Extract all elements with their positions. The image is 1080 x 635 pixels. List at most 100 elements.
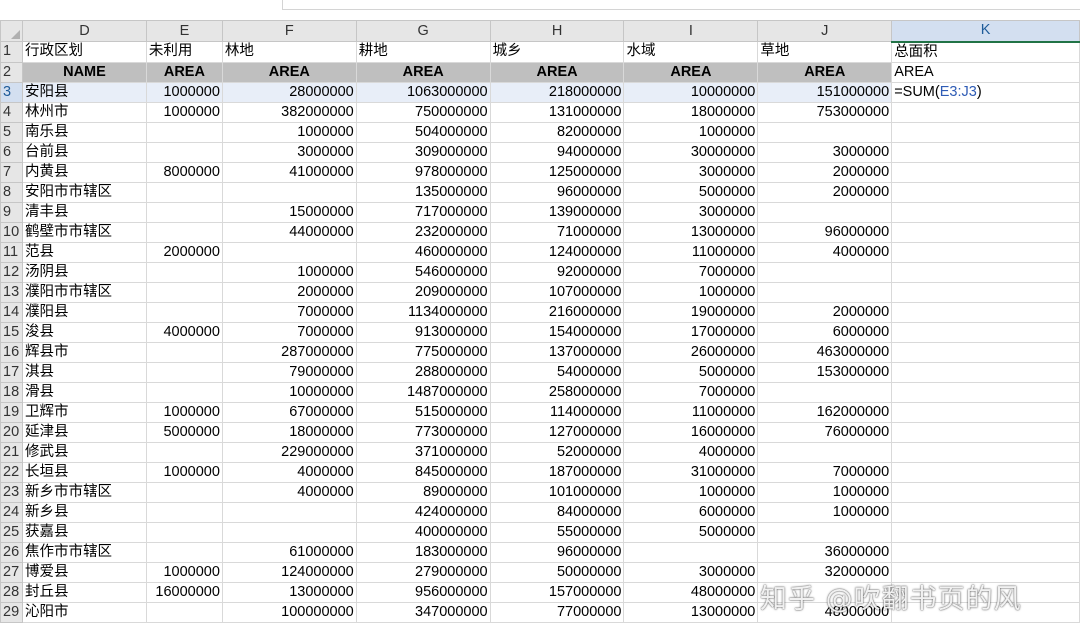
cell[interactable]: 218000000 [489, 81, 625, 103]
cell[interactable]: 1134000000 [355, 301, 491, 323]
cell[interactable]: 28000000 [221, 81, 357, 103]
cell[interactable] [757, 521, 893, 543]
column-header-h[interactable]: H [489, 20, 625, 42]
cell[interactable]: 67000000 [221, 401, 357, 423]
cell[interactable]: 183000000 [355, 541, 491, 563]
cell[interactable] [891, 561, 1080, 583]
cell[interactable]: 94000000 [489, 141, 625, 163]
cell[interactable]: 36000000 [757, 541, 893, 563]
cell[interactable]: 博爱县 [21, 561, 147, 583]
cell[interactable] [145, 221, 223, 243]
cell[interactable] [891, 521, 1080, 543]
cell[interactable]: 717000000 [355, 201, 491, 223]
cell[interactable]: 1000000 [145, 461, 223, 483]
cell[interactable]: 76000000 [757, 421, 893, 443]
cell[interactable]: 775000000 [355, 341, 491, 363]
cell[interactable]: 19000000 [623, 301, 759, 323]
cell[interactable]: 长垣县 [21, 461, 147, 483]
cell[interactable]: 1487000000 [355, 381, 491, 403]
row-header[interactable]: 21 [0, 441, 23, 463]
cell[interactable]: 44000000 [221, 221, 357, 243]
cell[interactable]: 460000000 [355, 241, 491, 263]
cell[interactable]: 清丰县 [21, 201, 147, 223]
cell[interactable] [757, 201, 893, 223]
row-header[interactable]: 3 [0, 81, 23, 103]
cell[interactable]: 96000000 [757, 221, 893, 243]
cell[interactable]: 15000000 [221, 201, 357, 223]
cell[interactable]: 1000000 [757, 501, 893, 523]
active-cell-formula[interactable]: =SUM(E3:J3) [891, 81, 1080, 103]
cell[interactable] [757, 581, 893, 603]
cell[interactable]: 279000000 [355, 561, 491, 583]
cell[interactable] [891, 121, 1080, 143]
row-header[interactable]: 14 [0, 301, 23, 323]
cell[interactable]: 287000000 [221, 341, 357, 363]
cell[interactable]: 焦作市市辖区 [21, 541, 147, 563]
cell[interactable] [221, 241, 357, 263]
cell[interactable] [891, 341, 1080, 363]
cell[interactable]: 3000000 [221, 141, 357, 163]
cell[interactable]: 浚县 [21, 321, 147, 343]
row-header[interactable]: 22 [0, 461, 23, 483]
cell[interactable]: 1000000 [623, 121, 759, 143]
cell[interactable]: 55000000 [489, 521, 625, 543]
cell[interactable]: 139000000 [489, 201, 625, 223]
row-header[interactable]: 26 [0, 541, 23, 563]
cell[interactable] [891, 401, 1080, 423]
row-header[interactable]: 8 [0, 181, 23, 203]
cell[interactable]: 4000000 [221, 461, 357, 483]
cell[interactable]: 3000000 [623, 561, 759, 583]
cell[interactable] [623, 541, 759, 563]
row-header[interactable]: 2 [0, 61, 23, 83]
row-header[interactable]: 5 [0, 121, 23, 143]
cell[interactable]: 13000000 [623, 221, 759, 243]
cell[interactable]: 32000000 [757, 561, 893, 583]
cell[interactable]: AREA [355, 61, 491, 83]
cell[interactable]: 卫辉市 [21, 401, 147, 423]
cell[interactable]: 6000000 [623, 501, 759, 523]
cell[interactable]: 114000000 [489, 401, 625, 423]
cell[interactable]: 753000000 [757, 101, 893, 123]
cell[interactable] [891, 301, 1080, 323]
cell[interactable]: 13000000 [221, 581, 357, 603]
row-header[interactable]: 1 [0, 41, 23, 63]
cell[interactable] [891, 281, 1080, 303]
cell[interactable] [891, 141, 1080, 163]
cell[interactable]: 400000000 [355, 521, 491, 543]
cell[interactable] [221, 521, 357, 543]
cell[interactable]: 4000000 [757, 241, 893, 263]
cell[interactable]: 11000000 [623, 241, 759, 263]
cell[interactable]: 新乡县 [21, 501, 147, 523]
cell[interactable]: 10000000 [221, 381, 357, 403]
cell[interactable]: 135000000 [355, 181, 491, 203]
row-header[interactable]: 7 [0, 161, 23, 183]
cell[interactable]: 546000000 [355, 261, 491, 283]
cell[interactable]: 3000000 [757, 141, 893, 163]
cell[interactable]: 288000000 [355, 361, 491, 383]
row-header[interactable]: 23 [0, 481, 23, 503]
row-header[interactable]: 25 [0, 521, 23, 543]
cell[interactable]: 濮阳县 [21, 301, 147, 323]
row-header[interactable]: 18 [0, 381, 23, 403]
cell[interactable]: AREA [489, 61, 625, 83]
cell[interactable] [145, 261, 223, 283]
cell[interactable] [891, 241, 1080, 263]
row-header[interactable]: 9 [0, 201, 23, 223]
cell[interactable]: 3000000 [623, 161, 759, 183]
cell[interactable]: 1000000 [757, 481, 893, 503]
cell[interactable]: 7000000 [623, 381, 759, 403]
cell[interactable]: 获嘉县 [21, 521, 147, 543]
cell[interactable] [891, 421, 1080, 443]
cell[interactable]: 7000000 [221, 301, 357, 323]
cell[interactable]: 30000000 [623, 141, 759, 163]
cell[interactable]: 71000000 [489, 221, 625, 243]
column-header-e[interactable]: E [145, 20, 223, 42]
cell[interactable]: 滑县 [21, 381, 147, 403]
cell[interactable]: 463000000 [757, 341, 893, 363]
cell[interactable]: AREA [145, 61, 223, 83]
cell[interactable]: 50000000 [489, 561, 625, 583]
cell[interactable]: 96000000 [489, 181, 625, 203]
cell[interactable]: 913000000 [355, 321, 491, 343]
cell[interactable]: 232000000 [355, 221, 491, 243]
cell[interactable]: 89000000 [355, 481, 491, 503]
